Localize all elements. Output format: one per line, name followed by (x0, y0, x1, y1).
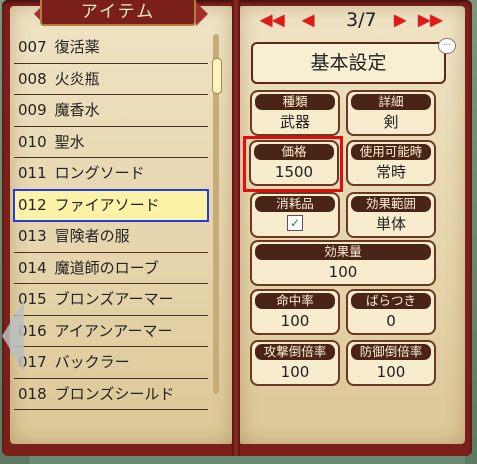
effect-amount-value: 100 (328, 263, 358, 281)
next-page-button[interactable]: ▶ (394, 10, 406, 30)
effect-amount-field[interactable]: 効果量 100 (250, 240, 436, 286)
list-item[interactable]: 007 復活薬 (14, 32, 208, 64)
page-title: アイテム (40, 0, 196, 26)
first-page-button[interactable]: ◀◀ (260, 10, 285, 30)
defense-multiplier-field[interactable]: 防御倒倍率 100 (346, 340, 436, 386)
list-item[interactable]: 014 魔道師のローブ (14, 253, 208, 284)
list-item[interactable]: 017 バックラー (14, 347, 208, 379)
item-number: 010 (18, 132, 47, 151)
detail-field[interactable]: 詳細 剣 (346, 90, 436, 136)
price-highlight-box (243, 136, 343, 192)
list-item[interactable]: 011 ロングソード (14, 158, 208, 190)
hit-rate-value: 100 (280, 312, 310, 330)
attack-multiplier-field[interactable]: 攻撃倒倍率 100 (250, 340, 340, 386)
item-name: 魔道師のローブ (54, 258, 159, 277)
item-name: 火炎瓶 (54, 69, 100, 88)
defense-multiplier-label: 防御倒倍率 (351, 344, 431, 360)
list-item[interactable]: 010 聖水 (14, 127, 208, 158)
type-label: 種類 (255, 94, 335, 110)
item-number: 012 (18, 195, 47, 214)
book-spine (232, 0, 240, 456)
scrollbar-thumb[interactable] (212, 58, 222, 94)
item-name: バックラー (54, 353, 130, 371)
item-name: ブロンズアーマー (54, 290, 174, 308)
prev-page-button[interactable]: ◀ (302, 10, 314, 30)
item-name: ファイアソード (54, 195, 160, 214)
item-number: 018 (18, 384, 47, 403)
consumable-label: 消耗品 (255, 196, 335, 212)
item-name: 魔香水 (54, 101, 100, 119)
info-bubble-icon[interactable]: ··· (438, 38, 456, 54)
detail-value: 剣 (383, 113, 399, 131)
variance-field[interactable]: ばらつき 0 (346, 289, 436, 335)
item-list: 007 復活薬 008 火炎瓶 009 魔香水 010 聖水 011 ロングソード 012 ファイアソ… (13, 32, 209, 410)
hit-rate-field[interactable]: 命中率 100 (250, 289, 340, 335)
list-item[interactable]: 008 火炎瓶 (14, 64, 208, 95)
type-value: 武器 (279, 113, 310, 131)
list-item[interactable]: 012 ファイアソード (13, 188, 209, 222)
page-indicator: 3/7 (346, 9, 377, 31)
list-item[interactable]: 016 アイアンアーマー (14, 316, 208, 347)
detail-label: 詳細 (351, 94, 431, 110)
attack-multiplier-value: 100 (280, 363, 310, 381)
consumable-checkbox[interactable]: ✓ (287, 215, 303, 231)
usable-when-value: 常時 (375, 163, 406, 181)
scope-label: 効果範囲 (351, 196, 431, 212)
title-ribbon-right (196, 2, 208, 26)
list-item[interactable]: 009 魔香水 (14, 95, 208, 127)
item-number: 008 (18, 69, 47, 88)
consumable-field: 消耗品 ✓ (250, 192, 340, 238)
page-turn-left-icon[interactable] (2, 300, 24, 372)
usable-when-label: 使用可能時 (351, 144, 431, 160)
variance-value: 0 (386, 312, 396, 330)
section-header: 基本設定 (251, 42, 446, 84)
last-page-button[interactable]: ▶▶ (418, 10, 443, 30)
scope-value: 単体 (375, 215, 406, 233)
item-number: 014 (18, 258, 47, 277)
defense-multiplier-value: 100 (376, 363, 406, 381)
scope-field[interactable]: 効果範囲 単体 (346, 192, 436, 238)
page-navigation: ◀◀ ◀ 3/7 ▶ ▶▶ (250, 8, 450, 34)
item-name: ロングソード (54, 164, 145, 182)
item-name: 冒険者の服 (54, 227, 130, 245)
attack-multiplier-label: 攻撃倒倍率 (255, 344, 335, 360)
variance-label: ばらつき (351, 293, 431, 309)
hit-rate-label: 命中率 (255, 293, 335, 309)
usable-when-field[interactable]: 使用可能時 常時 (346, 140, 436, 186)
item-number: 011 (18, 164, 47, 182)
type-field[interactable]: 種類 武器 (250, 90, 340, 136)
item-name: ブロンズシールド (54, 384, 175, 403)
list-item[interactable]: 015 ブロンズアーマー (14, 284, 208, 316)
item-name: アイアンアーマー (54, 321, 173, 340)
list-item[interactable]: 013 冒険者の服 (14, 221, 208, 253)
effect-amount-label: 効果量 (255, 244, 431, 260)
item-number: 009 (18, 101, 47, 119)
item-name: 復活薬 (54, 38, 100, 56)
list-item[interactable]: 018 ブロンズシールド (14, 379, 208, 410)
item-name: 聖水 (54, 132, 85, 151)
item-number: 013 (18, 227, 47, 245)
item-number: 007 (18, 38, 47, 56)
